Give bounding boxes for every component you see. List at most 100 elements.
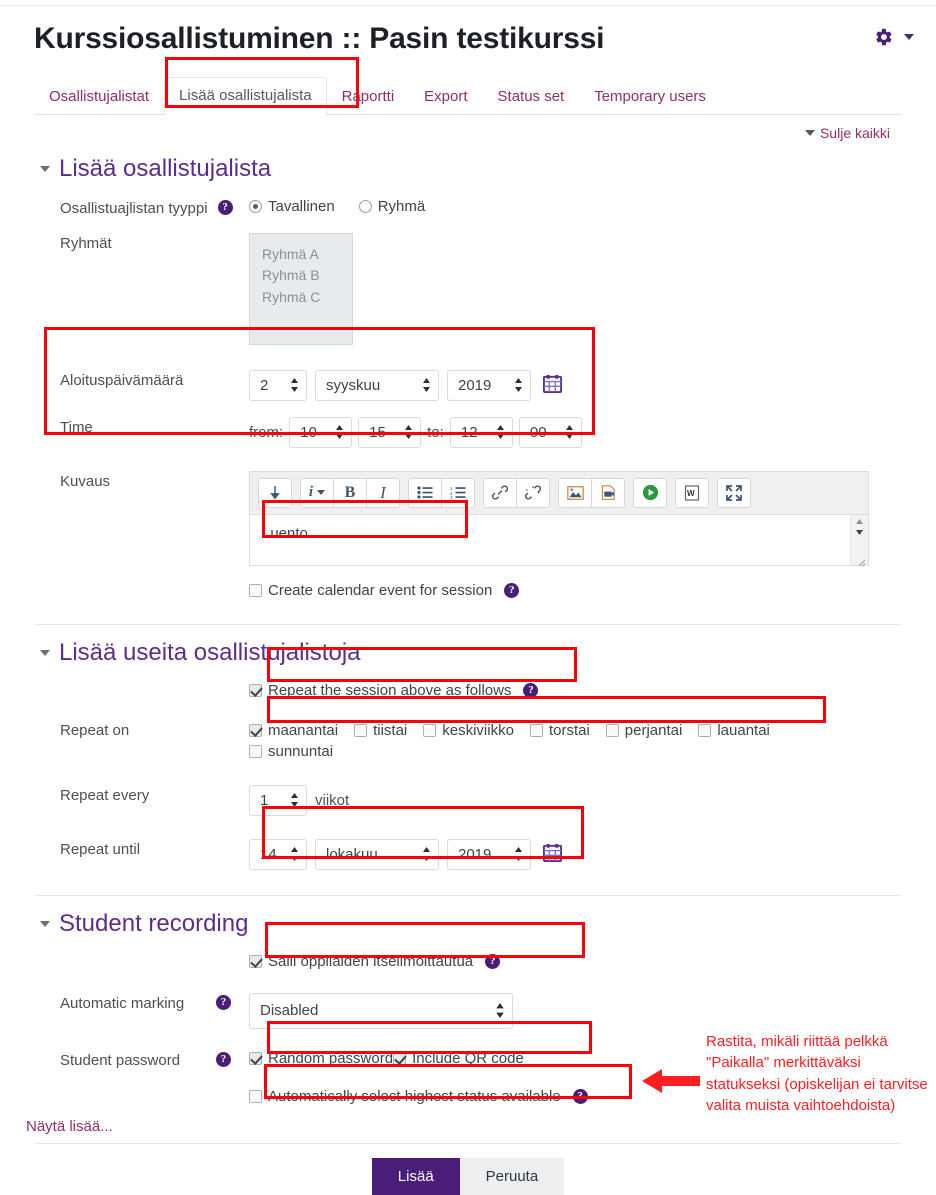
checkbox-icon[interactable] — [249, 1051, 262, 1065]
tab-export[interactable]: Export — [409, 78, 482, 116]
checkbox-icon[interactable] — [605, 723, 619, 737]
checkbox-icon[interactable] — [249, 723, 262, 737]
updown-icon — [495, 1003, 505, 1018]
control-repeat-every: 1 viikot — [249, 783, 349, 816]
help-icon[interactable]: ? — [485, 953, 501, 969]
until-year-select[interactable]: 2019 — [447, 838, 531, 870]
chevron-down-icon[interactable] — [904, 34, 914, 40]
form-actions: Lisää Peruuta — [0, 1144, 936, 1195]
checkbox-create-calendar-event[interactable]: Create calendar event for session — [249, 582, 492, 599]
time-to-hour-select[interactable]: 12 — [449, 416, 513, 448]
checkbox-torstai[interactable]: torstai — [529, 720, 590, 741]
radio-icon[interactable] — [249, 199, 262, 213]
chevron-down-icon[interactable] — [40, 165, 50, 172]
radio-tavallinen[interactable]: Tavallinen — [249, 198, 335, 215]
checkbox-icon[interactable] — [249, 744, 262, 758]
radio-ryhma[interactable]: Ryhmä — [358, 198, 425, 215]
image-icon[interactable] — [558, 477, 592, 508]
checkbox-repeat-session[interactable]: Repeat the session above as follows — [249, 682, 511, 699]
show-more-link[interactable]: Näytä lisää... — [26, 1118, 113, 1135]
settings-menu[interactable] — [872, 16, 914, 48]
checkbox-maanantai[interactable]: maanantai — [249, 720, 338, 741]
until-month-select[interactable]: lokakuu — [315, 838, 439, 870]
section-heading-add-session[interactable]: Lisää osallistujalista — [34, 141, 902, 189]
help-icon[interactable]: ? — [216, 1051, 231, 1067]
checkbox-icon[interactable] — [354, 723, 368, 737]
gear-icon[interactable] — [872, 26, 894, 48]
checkbox-lauantai[interactable]: lauantai — [698, 720, 770, 741]
tab-temporary-users[interactable]: Temporary users — [579, 78, 721, 116]
radio-icon[interactable] — [358, 199, 372, 213]
checkbox-allow-self-enrol[interactable]: Salli oppilaiden itseilmoittautua — [249, 953, 473, 970]
tab-raportti[interactable]: Raportti — [327, 78, 410, 116]
list-item[interactable]: Ryhmä A — [262, 244, 352, 266]
checkbox-icon[interactable] — [249, 683, 262, 697]
record-audio-icon[interactable] — [633, 477, 667, 508]
collapse-all-link[interactable]: Sulje kaikki — [804, 125, 890, 141]
chevron-down-icon[interactable] — [40, 649, 50, 656]
updown-icon — [404, 425, 413, 439]
tab-osallistujalistat[interactable]: Osallistujalistat — [34, 78, 164, 116]
checkbox-random-password[interactable]: Random password — [249, 1050, 393, 1067]
help-icon[interactable]: ? — [216, 994, 231, 1010]
start-year-select[interactable]: 2019 — [447, 369, 531, 401]
numbered-list-icon[interactable]: 123 — [441, 477, 475, 508]
label-automatic-marking: Automatic marking ? — [34, 991, 249, 1012]
undo-icon[interactable] — [258, 477, 292, 508]
cancel-button[interactable]: Peruuta — [459, 1157, 565, 1195]
help-icon[interactable]: ? — [504, 582, 520, 598]
weekday-checkbox-group: maanantai tiistai keskiviikko torstai pe… — [249, 720, 809, 762]
bold-icon[interactable]: B — [333, 477, 367, 508]
checkbox-sunnuntai[interactable]: sunnuntai — [249, 741, 809, 762]
checkbox-icon[interactable] — [698, 723, 712, 737]
list-item[interactable]: Ryhmä C — [262, 287, 352, 309]
fullscreen-icon[interactable] — [717, 477, 751, 508]
submit-button[interactable]: Lisää — [371, 1157, 460, 1195]
checkbox-perjantai[interactable]: perjantai — [605, 720, 682, 741]
row-automatic-marking: Automatic marking ? Disabled — [34, 977, 902, 1036]
start-day-select[interactable]: 2 — [249, 369, 307, 401]
groups-list[interactable]: Ryhmä A Ryhmä B Ryhmä C — [249, 232, 353, 345]
tab-status-set[interactable]: Status set — [483, 78, 580, 116]
editor-content-area[interactable]: Luento — [249, 513, 869, 566]
list-item[interactable]: Ryhmä B — [262, 265, 352, 287]
unlink-icon[interactable] — [516, 477, 550, 508]
start-month-select[interactable]: syyskuu — [315, 369, 439, 401]
calendar-icon[interactable] — [543, 374, 562, 397]
time-to-minute-select[interactable]: 00 — [518, 416, 582, 448]
until-day-select[interactable]: 14 — [249, 838, 307, 870]
section-heading-student-recording[interactable]: Student recording — [34, 896, 902, 944]
bullet-list-icon[interactable] — [408, 477, 442, 508]
checkbox-icon[interactable] — [249, 954, 262, 968]
automatic-marking-select[interactable]: Disabled — [249, 992, 513, 1029]
resize-grip-icon[interactable] — [856, 554, 866, 566]
checkbox-icon[interactable] — [529, 723, 543, 737]
checkbox-icon[interactable] — [423, 723, 437, 737]
checkbox-icon[interactable] — [249, 1089, 262, 1103]
italic-icon[interactable]: I — [366, 477, 400, 508]
checkbox-tiistai[interactable]: tiistai — [354, 720, 407, 741]
description-text[interactable]: Luento — [250, 515, 850, 565]
media-icon[interactable] — [591, 477, 625, 508]
chevron-down-icon[interactable] — [40, 920, 50, 927]
help-icon[interactable]: ? — [523, 682, 539, 698]
help-icon[interactable]: ? — [572, 1088, 588, 1104]
checkbox-icon[interactable] — [249, 583, 262, 597]
repeat-every-select[interactable]: 1 — [249, 784, 307, 816]
word-import-icon[interactable]: W — [675, 477, 709, 508]
checkbox-auto-select-highest-status[interactable]: Automatically select highest status avai… — [249, 1088, 561, 1105]
link-icon[interactable] — [483, 477, 517, 508]
section-multiple-sessions: Lisää useita osallistujalistoja Repeat t… — [34, 625, 902, 877]
annotation-text: Rastita, mikäli riittää pelkkä "Paikalla… — [706, 1033, 928, 1114]
section-heading-multiple-sessions[interactable]: Lisää useita osallistujalistoja — [34, 625, 902, 673]
calendar-icon[interactable] — [543, 843, 562, 866]
annotation-arrow-icon — [642, 1068, 700, 1098]
tab-lisaa-osallistujalista[interactable]: Lisää osallistujalista — [164, 76, 327, 116]
checkbox-include-qr-code[interactable]: Include QR code — [393, 1050, 524, 1067]
checkbox-keskiviikko[interactable]: keskiviikko — [423, 720, 514, 741]
info-dropdown-icon[interactable]: i — [300, 477, 334, 508]
time-from-hour-select[interactable]: 10 — [289, 416, 353, 448]
help-icon[interactable]: ? — [217, 199, 233, 215]
time-from-minute-select[interactable]: 15 — [358, 416, 422, 448]
checkbox-icon[interactable] — [393, 1051, 407, 1065]
